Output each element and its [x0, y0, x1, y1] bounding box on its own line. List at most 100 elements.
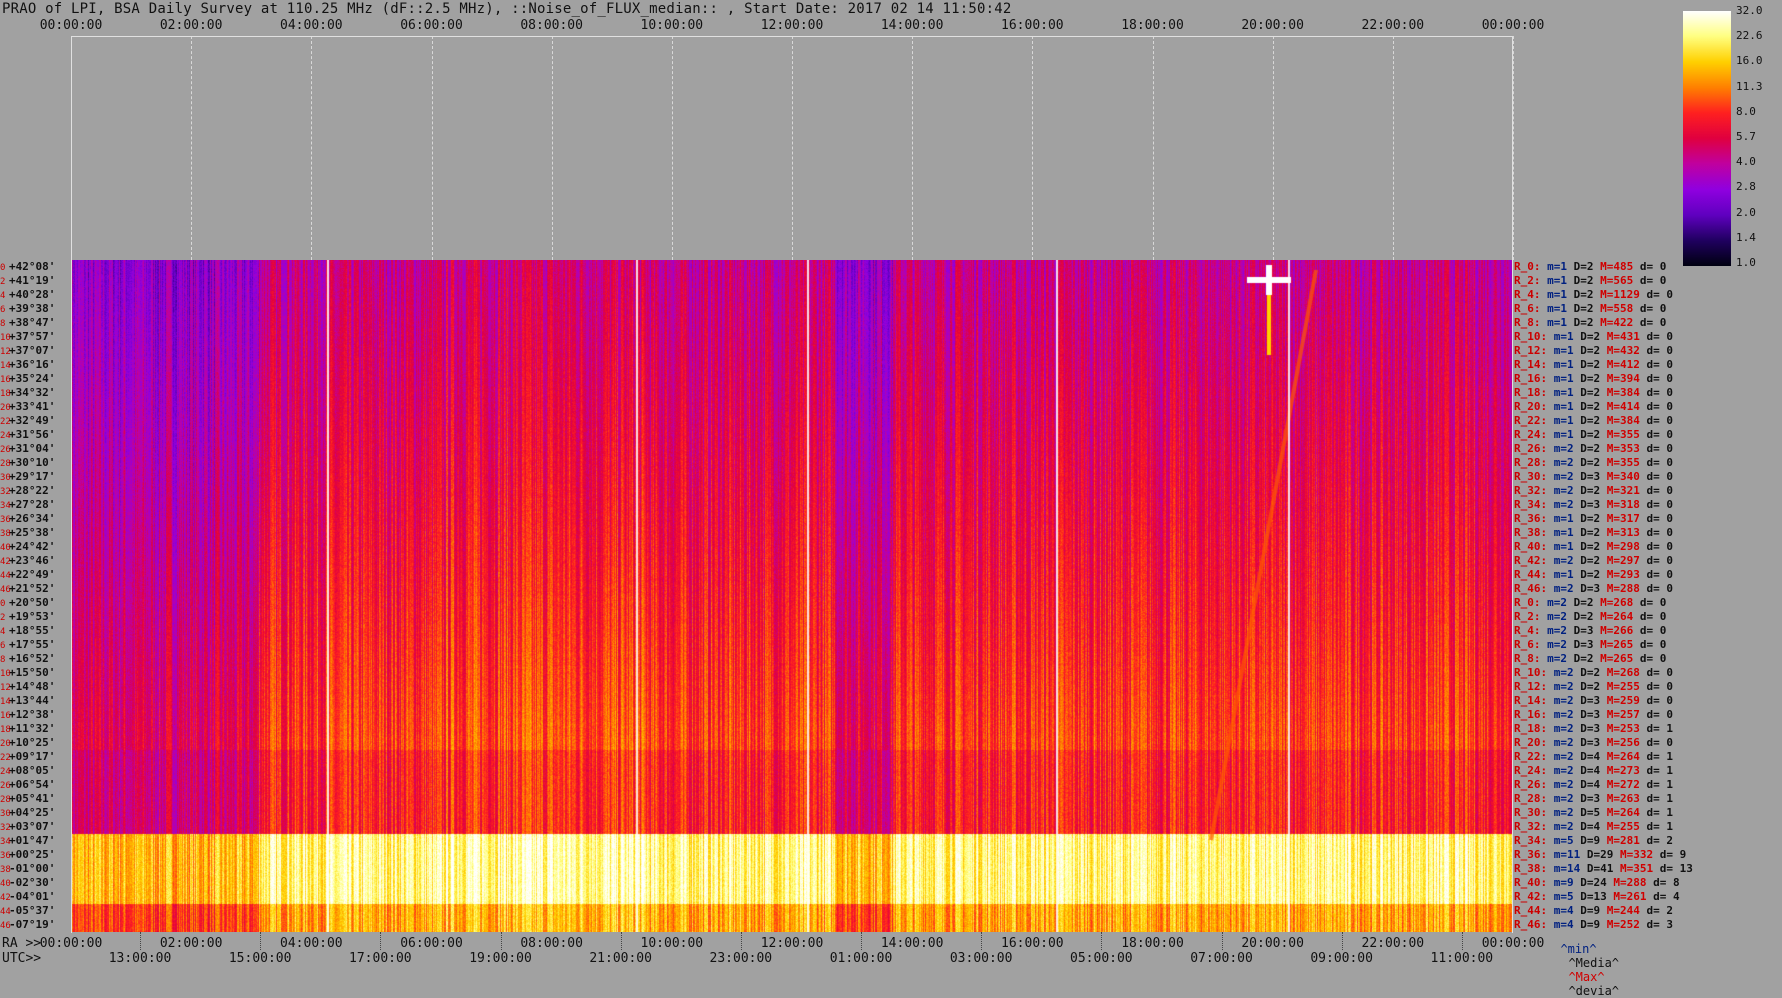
top-tick-label: 00:00:00	[1481, 18, 1545, 33]
stat-r: R_36:	[1514, 512, 1548, 525]
stat-M: M=422	[1593, 316, 1634, 329]
stat-r: R_12:	[1514, 680, 1548, 693]
declination-label: 22+32°49'	[0, 414, 70, 428]
row-stat: R_38: m=14 D=41 M=351 d= 13	[1514, 862, 1693, 876]
row-stat: R_2: m=2 D=2 M=264 d= 0	[1514, 610, 1666, 624]
stat-r: R_16:	[1514, 708, 1548, 721]
ra-tick-label: 00:00:00	[1481, 936, 1545, 951]
stat-M: M=256	[1600, 736, 1640, 749]
legend-max: ^Max^	[1568, 970, 1605, 984]
stat-M: M=264	[1600, 750, 1640, 763]
declination-value: +22°49'	[9, 568, 56, 581]
row-index: 24	[0, 767, 11, 777]
stat-M: M=318	[1600, 498, 1640, 511]
declination-label: 30+04°25'	[0, 806, 70, 820]
stat-r: R_38:	[1514, 862, 1548, 875]
stat-m: m=2	[1547, 792, 1574, 805]
stat-M: M=288	[1600, 582, 1640, 595]
stat-m: m=2	[1540, 596, 1567, 609]
stat-D: D=4	[1573, 778, 1601, 791]
declination-value: +23°46'	[9, 554, 56, 567]
stat-d: d= 0	[1639, 358, 1673, 371]
stat-r: R_42:	[1514, 554, 1548, 567]
stat-d: d= 4	[1646, 890, 1680, 903]
declination-value: +32°49'	[9, 414, 56, 427]
declination-value: +39°38'	[9, 302, 56, 315]
declination-value: -01°00'	[9, 862, 56, 875]
stat-m: m=2	[1547, 456, 1574, 469]
stat-r: R_44:	[1514, 568, 1548, 581]
declination-value: +41°19'	[9, 274, 56, 287]
stat-M: M=273	[1600, 764, 1640, 777]
stat-d: d= 0	[1639, 554, 1673, 567]
row-stat: R_22: m=2 D=4 M=264 d= 1	[1514, 750, 1673, 764]
utc-prefix: UTC>>	[2, 951, 42, 966]
utc-tick-label: 23:00:00	[709, 951, 773, 966]
row-stat: R_24: m=2 D=4 M=273 d= 1	[1514, 764, 1673, 778]
stat-D: D=3	[1567, 638, 1594, 651]
stat-M: M=485	[1593, 260, 1634, 273]
declination-value: +13°44'	[9, 694, 56, 707]
stat-M: M=288	[1606, 876, 1647, 889]
stat-m: m=2	[1540, 652, 1567, 665]
row-stat: R_34: m=5 D=9 M=281 d= 2	[1514, 834, 1673, 848]
stat-r: R_46:	[1514, 582, 1548, 595]
stat-m: m=4	[1547, 904, 1574, 917]
stat-d: d= 0	[1633, 610, 1667, 623]
stat-r: R_2:	[1514, 610, 1541, 623]
stat-m: m=1	[1547, 372, 1574, 385]
declination-value: -05°37'	[9, 904, 56, 917]
stat-m: m=2	[1547, 708, 1574, 721]
top-tick-label: 10:00:00	[640, 18, 704, 33]
top-tick-label: 08:00:00	[520, 18, 583, 33]
colorbar-tick: 4.0	[1736, 155, 1756, 169]
stat-d: d= 0	[1639, 498, 1673, 511]
declination-label: 0 +20°50'	[0, 596, 70, 610]
stat-D: D=3	[1573, 694, 1601, 707]
ra-tick-label: 14:00:00	[880, 936, 944, 951]
stat-M: M=298	[1600, 540, 1640, 553]
stat-r: R_22:	[1514, 750, 1548, 763]
stat-D: D=2	[1573, 456, 1601, 469]
stat-D: D=2	[1573, 344, 1601, 357]
row-index: 22	[0, 753, 11, 763]
stat-m: m=2	[1547, 750, 1574, 763]
stat-M: M=268	[1600, 666, 1640, 679]
row-stat: R_4: m=1 D=2 M=1129 d= 0	[1514, 288, 1673, 302]
stat-D: D=3	[1573, 736, 1601, 749]
stat-D: D=2	[1573, 526, 1601, 539]
row-index: 28	[0, 795, 11, 805]
heatmap-canvas	[71, 260, 1513, 932]
row-index: 12	[0, 347, 11, 357]
declination-label: 42+23°46'	[0, 554, 70, 568]
top-tick-label: 00:00:00	[39, 18, 103, 33]
stat-M: M=414	[1600, 400, 1640, 413]
declination-value: -07°19'	[9, 918, 56, 931]
stat-r: R_10:	[1514, 666, 1548, 679]
stat-D: D=2	[1567, 274, 1594, 287]
stat-r: R_28:	[1514, 456, 1548, 469]
row-index: 10	[0, 669, 11, 679]
stat-d: d= 2	[1639, 904, 1673, 917]
stat-d: d= 0	[1639, 582, 1673, 595]
declination-label: 10+15°50'	[0, 666, 70, 680]
row-index: 16	[0, 711, 11, 721]
declination-value: +26°34'	[9, 512, 56, 525]
utc-tick-label: 15:00:00	[228, 951, 292, 966]
stat-d: d= 1	[1639, 722, 1673, 735]
ra-tick-label: 00:00:00	[39, 936, 103, 951]
stat-r: R_32:	[1514, 484, 1548, 497]
utc-tick-mark	[1221, 932, 1223, 950]
stat-M: M=261	[1606, 890, 1647, 903]
declination-label: 26+31°04'	[0, 442, 70, 456]
stat-r: R_6:	[1514, 638, 1541, 651]
stat-d: d= 0	[1639, 540, 1673, 553]
row-stat: R_26: m=2 D=2 M=353 d= 0	[1514, 442, 1673, 456]
utc-tick-mark	[620, 932, 622, 950]
ra-tick-label: 04:00:00	[280, 936, 343, 951]
stat-m: m=2	[1540, 610, 1567, 623]
declination-label: 10+37°57'	[0, 330, 70, 344]
stat-m: m=9	[1547, 876, 1574, 889]
row-index: 28	[0, 459, 11, 469]
chart-title: PRAO of LPI, BSA Daily Survey at 110.25 …	[2, 1, 1012, 17]
